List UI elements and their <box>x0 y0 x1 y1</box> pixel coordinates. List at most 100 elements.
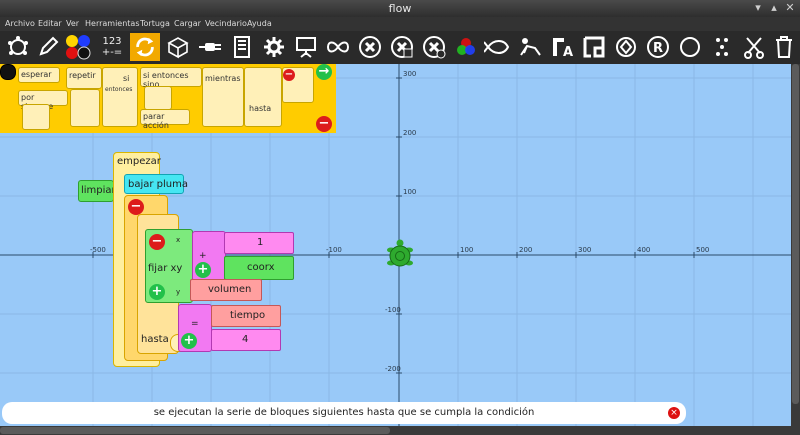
register-icon[interactable]: R <box>644 33 672 61</box>
trash-icon[interactable] <box>770 33 798 61</box>
time-block[interactable]: tiempo <box>211 305 281 327</box>
set-xy-block[interactable]: − fijar xy x y + <box>145 229 193 303</box>
menu-ver[interactable]: Ver <box>66 19 79 28</box>
add-icon[interactable]: + <box>195 262 211 278</box>
palette-repeat-body <box>70 89 100 127</box>
numbers-top-label: 123 <box>102 36 122 47</box>
flow-palette: esperar por siempre repetir si entonces … <box>0 64 336 133</box>
y-tick-label: 200 <box>403 129 416 137</box>
circle-icon[interactable] <box>676 33 704 61</box>
close-window-icon[interactable]: ✕ <box>783 1 797 15</box>
remove-icon[interactable]: − <box>149 234 165 250</box>
palette-action-block[interactable]: − <box>282 67 314 103</box>
y-tick-label: -200 <box>385 365 401 373</box>
vertical-scrollbar[interactable] <box>791 64 800 435</box>
palette-left-button[interactable] <box>0 64 16 80</box>
xcor-label: coorx <box>247 262 275 273</box>
svg-text:A: A <box>563 45 573 59</box>
pen-down-block[interactable]: bajar pluma <box>124 174 188 194</box>
pen-icon[interactable] <box>34 33 62 61</box>
palette-stop-action-block[interactable]: parar acción <box>140 109 190 130</box>
plus-block[interactable]: + + <box>192 231 226 281</box>
fish-icon[interactable] <box>484 33 512 61</box>
clear-icon[interactable] <box>388 33 416 61</box>
svg-text:R: R <box>653 41 663 56</box>
palette-until-label: hasta <box>249 104 272 113</box>
x-tick-label: 300 <box>578 246 591 254</box>
palette-wait-label: esperar <box>21 70 52 79</box>
x-tick-label: -500 <box>90 246 106 254</box>
label-icon[interactable]: A <box>548 33 576 61</box>
remove-icon[interactable]: − <box>283 69 295 81</box>
stop-icon[interactable] <box>356 33 384 61</box>
palette-next-icon[interactable]: → <box>316 64 332 80</box>
palette-ifelse-body <box>144 86 172 110</box>
palette-if-label: si <box>123 74 130 83</box>
infinity-icon[interactable] <box>324 33 352 61</box>
save-icon[interactable] <box>612 33 640 61</box>
collapse-icon[interactable]: ▾ <box>751 1 765 15</box>
volume-block[interactable]: volumen <box>190 279 262 301</box>
horizontal-scroll-thumb[interactable] <box>0 427 390 434</box>
menu-archivo[interactable]: Archivo <box>5 19 35 28</box>
clear-block[interactable]: limpiar <box>78 180 116 202</box>
number-four-block[interactable]: 4 <box>211 329 281 351</box>
clear-block-label: limpiar <box>81 185 116 196</box>
colors-icon[interactable] <box>64 33 92 61</box>
menu-bar: Archivo Editar Ver Herramientas Tortuga … <box>0 17 800 31</box>
title-bar: flow ▾ ▴ ✕ <box>0 0 800 17</box>
palette-close-icon[interactable]: − <box>316 116 332 132</box>
palette-repeat-label: repetir <box>69 71 96 80</box>
x-tick-label: -100 <box>326 246 342 254</box>
menu-herramientas[interactable]: Herramientas <box>85 19 140 28</box>
media-icon[interactable] <box>228 33 256 61</box>
menu-editar[interactable]: Editar <box>38 19 62 28</box>
palette-while-label: mientras <box>205 74 241 83</box>
boxes-icon[interactable] <box>164 33 192 61</box>
until-label: hasta <box>141 334 169 345</box>
y-tick-label: -100 <box>385 306 401 314</box>
erase-icon[interactable] <box>420 33 448 61</box>
menu-cargar[interactable]: Cargar <box>174 19 201 28</box>
cut-icon[interactable] <box>740 33 768 61</box>
turtle-icon[interactable] <box>4 33 32 61</box>
equals-block[interactable]: = + <box>178 304 212 352</box>
y-tick-label: 100 <box>403 188 416 196</box>
palette-while-block[interactable]: mientras <box>202 67 244 127</box>
palette-ifelse-block[interactable]: si entonces sino <box>140 67 202 89</box>
turtle-sprite[interactable] <box>387 239 413 267</box>
menu-tortuga[interactable]: Tortuga <box>140 19 170 28</box>
add-icon[interactable]: + <box>149 284 165 300</box>
number-four-label: 4 <box>242 334 249 345</box>
number-one-block[interactable]: 1 <box>224 232 294 254</box>
close-help-icon[interactable]: × <box>668 407 680 419</box>
palette-repeat-block[interactable]: repetir <box>66 67 102 89</box>
remove-icon[interactable]: − <box>128 199 144 215</box>
x-tick-label: 200 <box>519 246 532 254</box>
maximize-icon[interactable]: ▴ <box>767 1 781 15</box>
palette-icon[interactable] <box>452 33 480 61</box>
extras-icon[interactable] <box>260 33 288 61</box>
number-one-label: 1 <box>257 237 264 248</box>
palette-wait-block[interactable]: esperar <box>18 67 60 83</box>
numbers-icon[interactable]: 123 +-= <box>98 33 126 61</box>
dots-icon[interactable] <box>708 33 736 61</box>
equals-label: = <box>191 319 199 329</box>
palette-if-block[interactable]: si entonces <box>102 67 138 127</box>
horizontal-scrollbar[interactable] <box>0 426 791 435</box>
numbers-bottom-label: +-= <box>101 47 123 58</box>
reclining-icon[interactable] <box>516 33 544 61</box>
sensors-icon[interactable] <box>196 33 224 61</box>
flow-icon[interactable] <box>130 33 160 61</box>
menu-vecindario[interactable]: Vecindario <box>205 19 247 28</box>
vertical-scroll-thumb[interactable] <box>792 64 799 404</box>
frame-icon[interactable] <box>580 33 608 61</box>
menu-ayuda[interactable]: Ayuda <box>247 19 272 28</box>
y-arg-label: y <box>176 288 181 296</box>
palette-then-label: entonces <box>105 86 133 93</box>
palette-until-block[interactable]: hasta <box>244 67 282 127</box>
presentation-icon[interactable] <box>292 33 320 61</box>
xcor-block[interactable]: coorx <box>224 256 294 280</box>
help-text: se ejecutan la serie de bloques siguient… <box>153 407 535 418</box>
add-icon[interactable]: + <box>181 333 197 349</box>
